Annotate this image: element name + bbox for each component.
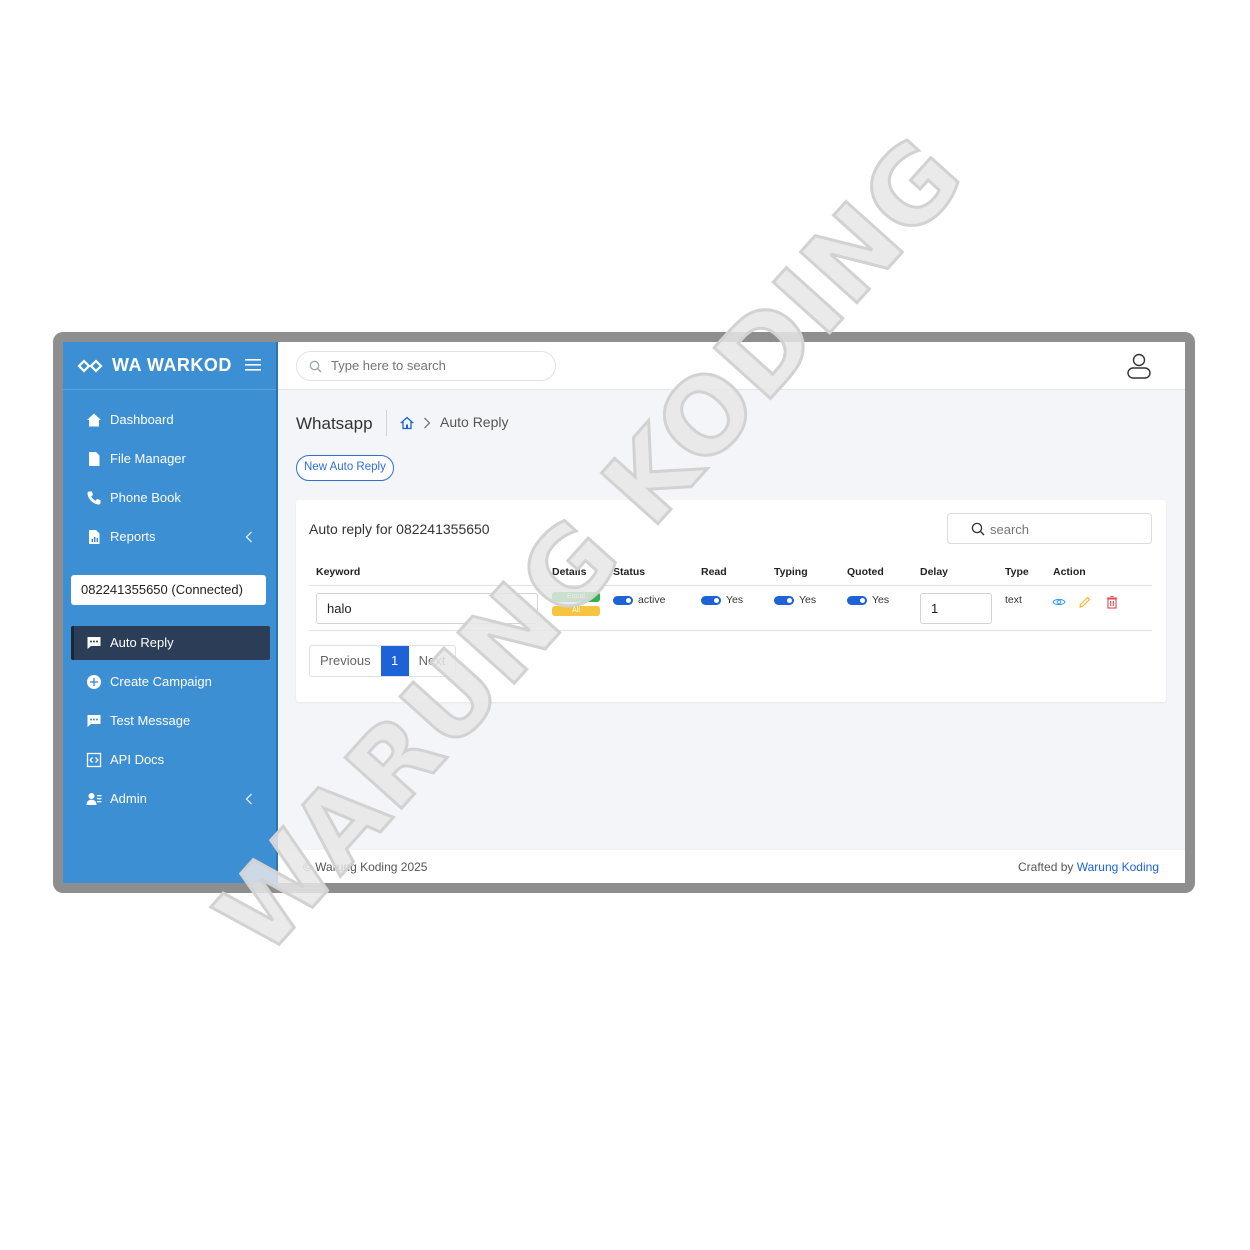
sidebar-item-admin[interactable]: Admin (71, 782, 267, 816)
sidebar-item-reports[interactable]: Reports (71, 520, 267, 554)
sidebar-item-phone-book[interactable]: Phone Book (71, 481, 267, 515)
crafted-link[interactable]: Warung Koding (1077, 860, 1159, 874)
sidebar-item-label: Auto Reply (110, 635, 174, 650)
sidebar-item-file-manager[interactable]: File Manager (71, 442, 267, 476)
chevron-left-icon (245, 531, 252, 543)
crafted-by: Crafted by Warung Koding (1018, 860, 1159, 874)
column-header-delay: Delay (920, 566, 949, 578)
sidebar-item-label: API Docs (110, 752, 165, 767)
search-icon (309, 360, 322, 373)
chat-icon (87, 637, 101, 649)
sidebar-item-label: Dashboard (110, 412, 174, 427)
message-icon (87, 715, 101, 727)
next-button[interactable]: Next (409, 646, 456, 676)
match-type-badge: Equal (552, 592, 600, 602)
quoted-text: Yes (872, 594, 890, 606)
column-header-status: Status (613, 566, 646, 578)
trash-icon[interactable] (1105, 595, 1119, 609)
read-text: Yes (726, 594, 744, 606)
header-divider (309, 585, 1152, 586)
typing-text: Yes (799, 594, 817, 606)
eye-icon[interactable] (1052, 595, 1066, 609)
device-selector[interactable]: 082241355650 (Connected) (71, 575, 266, 605)
sidebar-item-test-message[interactable]: Test Message (71, 704, 267, 738)
sidebar-item-create-campaign[interactable]: Create Campaign (71, 665, 267, 699)
column-header-keyword: Keyword (316, 566, 361, 578)
table-search-input[interactable] (988, 521, 1142, 538)
column-header-details: Details (552, 566, 587, 578)
breadcrumb: Auto Reply (440, 414, 509, 430)
title-divider (386, 410, 387, 436)
user-icon[interactable] (1125, 352, 1153, 380)
sidebar-item-api-docs[interactable]: API Docs (71, 743, 267, 777)
sidebar-item-label: Phone Book (110, 490, 181, 505)
column-header-action: Action (1053, 566, 1086, 578)
plus-circle-icon (87, 675, 101, 689)
sidebar-item-label: Create Campaign (110, 674, 212, 689)
copyright-text: © Warung Koding 2025 (303, 860, 428, 874)
sidebar-item-label: Test Message (110, 713, 191, 728)
chevron-right-icon (424, 417, 431, 429)
sidebar-item-label: Reports (110, 529, 156, 544)
new-auto-reply-button[interactable]: New Auto Reply (296, 455, 394, 481)
status-text: active (638, 594, 666, 606)
phone-icon (87, 491, 101, 505)
table-search[interactable] (947, 513, 1152, 544)
chevron-left-icon (245, 793, 252, 805)
reply-scope-badge: All (552, 606, 600, 616)
delay-field[interactable]: 1 (920, 593, 992, 624)
code-icon (86, 752, 102, 768)
column-header-type: Type (1005, 566, 1029, 578)
home-icon[interactable] (400, 416, 414, 430)
search-input[interactable] (329, 357, 533, 374)
sidebar-item-label: File Manager (110, 451, 186, 466)
sidebar: WA WARKOD Dashboard File Manager Phone B… (63, 342, 278, 883)
column-header-read: Read (701, 566, 727, 578)
page-title: Whatsapp (296, 414, 373, 433)
edit-icon[interactable] (1078, 595, 1092, 609)
row-divider (309, 630, 1152, 631)
sidebar-item-dashboard[interactable]: Dashboard (71, 403, 267, 437)
previous-button[interactable]: Previous (310, 646, 381, 676)
brand-name: WA WARKOD (112, 355, 232, 375)
report-icon (89, 530, 100, 544)
sidebar-item-label: Admin (110, 791, 147, 806)
menu-icon[interactable] (244, 357, 262, 373)
read-toggle[interactable] (701, 596, 721, 605)
topbar (278, 342, 1185, 390)
column-header-quoted: Quoted (847, 566, 884, 578)
typing-toggle[interactable] (774, 596, 794, 605)
file-icon (89, 452, 100, 466)
column-header-typing: Typing (774, 566, 808, 578)
global-search[interactable] (296, 351, 556, 381)
brand-bar: WA WARKOD (63, 342, 276, 390)
sidebar-item-auto-reply[interactable]: Auto Reply (71, 626, 270, 660)
app-window: WA WARKOD Dashboard File Manager Phone B… (63, 342, 1185, 883)
logo-icon (77, 359, 103, 373)
page-button-current[interactable]: 1 (380, 646, 409, 676)
keyword-field[interactable]: halo (316, 593, 538, 624)
users-icon (86, 793, 102, 805)
card-title: Auto reply for 082241355650 (309, 521, 490, 537)
type-text: text (1005, 594, 1022, 606)
footer: © Warung Koding 2025 Crafted by Warung K… (278, 850, 1185, 883)
quoted-toggle[interactable] (847, 596, 867, 605)
auto-reply-card: Auto reply for 082241355650 Keyword Deta… (296, 500, 1166, 702)
crafted-label: Crafted by (1018, 860, 1074, 874)
search-icon (971, 522, 985, 536)
pagination: Previous 1 Next (309, 645, 457, 677)
status-toggle[interactable] (613, 596, 633, 605)
home-icon (87, 413, 101, 427)
